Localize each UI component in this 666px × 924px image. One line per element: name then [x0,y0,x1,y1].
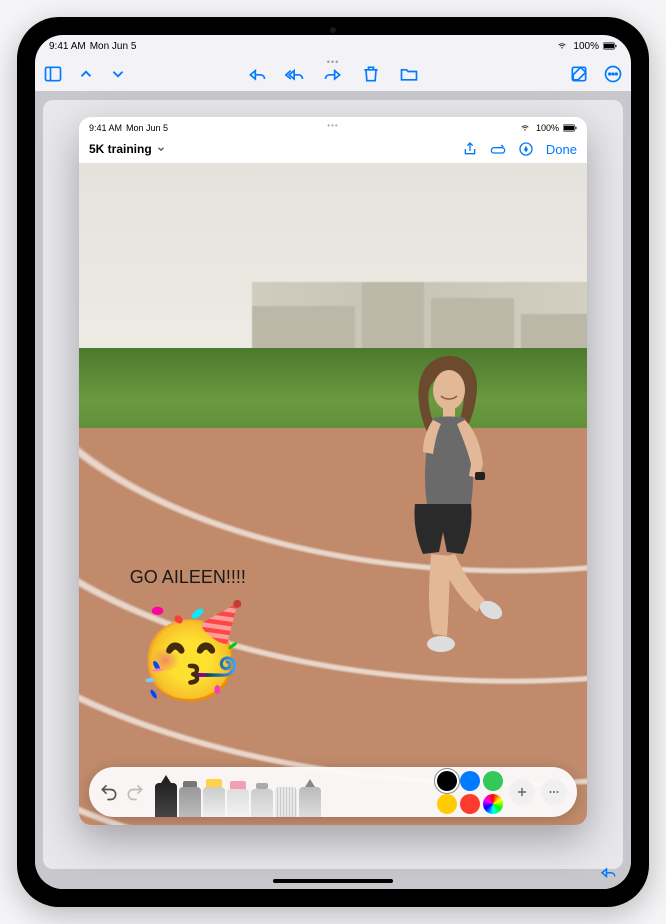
modal-status-time: 9:41 AM [89,123,122,133]
done-button[interactable]: Done [546,142,577,157]
photo-canvas[interactable]: GO AILEEN!!!! 🥳 [79,163,587,825]
color-yellow[interactable] [437,794,457,814]
color-red[interactable] [460,794,480,814]
reply-icon[interactable] [247,64,267,84]
undo-icon[interactable] [99,782,119,802]
annotation-text[interactable]: GO AILEEN!!!! [130,567,246,588]
more-circle-icon[interactable] [603,64,623,84]
sidebar-icon[interactable] [43,64,63,84]
chevron-down-icon[interactable] [109,65,127,83]
share-icon[interactable] [462,141,478,157]
markup-pen-icon[interactable] [490,141,506,157]
color-picker-icon[interactable] [483,794,503,814]
ellipsis-icon [547,785,561,799]
tool-highlighter[interactable] [203,787,225,817]
document-title-dropdown[interactable]: 5K training [89,142,166,156]
wifi-icon [555,41,569,51]
forward-icon[interactable] [323,64,343,84]
more-button[interactable] [541,779,567,805]
color-green[interactable] [483,771,503,791]
modal-status-date: Mon Jun 5 [126,123,168,133]
markup-toolbar [89,767,577,817]
photo-runner [371,348,531,678]
tool-lasso[interactable] [251,789,273,817]
compose-icon[interactable] [569,64,589,84]
color-blue[interactable] [460,771,480,791]
status-bar-modal: 9:41 AM Mon Jun 5 100% ••• [79,117,587,135]
color-palette [437,771,503,814]
tool-pen[interactable] [155,783,177,817]
color-black[interactable] [437,771,457,791]
status-time: 9:41 AM [49,41,86,52]
status-date: Mon Jun 5 [90,41,137,52]
modal-toolbar: 5K training Done [79,135,587,163]
folder-icon[interactable] [399,64,419,84]
battery-icon [603,41,617,51]
wifi-icon [518,123,532,133]
chevron-down-icon [156,144,166,154]
battery-pct: 100% [573,41,599,52]
redo-icon[interactable] [125,782,145,802]
document-title: 5K training [89,142,152,156]
party-emoji-sticker[interactable]: 🥳 [135,607,247,697]
tool-eraser[interactable] [227,789,249,817]
status-bar-outer: 9:41 AM Mon Jun 5 100% [35,35,631,57]
screen: 9:41 AM Mon Jun 5 100% ••• [35,35,631,889]
tool-tray [151,767,431,817]
pen-mode-icon[interactable] [518,141,534,157]
camera-notch [330,27,336,33]
trash-icon[interactable] [361,64,381,84]
reply-corner-icon[interactable] [597,863,619,881]
plus-icon [515,785,529,799]
markup-modal: 9:41 AM Mon Jun 5 100% ••• 5K training [79,117,587,825]
add-button[interactable] [509,779,535,805]
tool-ruler[interactable] [275,787,297,817]
ipad-frame: 9:41 AM Mon Jun 5 100% ••• [17,17,649,907]
reply-all-icon[interactable] [285,64,305,84]
modal-battery-pct: 100% [536,123,559,133]
home-indicator[interactable] [273,879,393,883]
chevron-up-icon[interactable] [77,65,95,83]
multitask-dots-icon[interactable]: ••• [327,121,338,130]
battery-icon [563,123,577,133]
tool-marker[interactable] [179,787,201,817]
tool-pencil[interactable] [299,787,321,817]
